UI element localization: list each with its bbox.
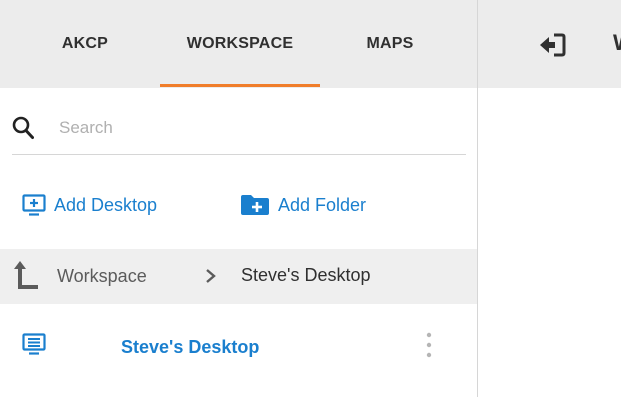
tab-bar: AKCP WORKSPACE MAPS	[0, 0, 477, 88]
breadcrumb: Workspace Steve's Desktop	[0, 249, 477, 304]
chevron-right-icon	[206, 269, 216, 283]
search-input[interactable]	[59, 113, 459, 143]
desktop-title: W	[613, 30, 621, 56]
right-header: W	[478, 0, 621, 88]
tab-akcp[interactable]: AKCP	[40, 0, 130, 88]
more-options-icon[interactable]	[422, 330, 436, 360]
list-item-label: Steve's Desktop	[121, 337, 260, 357]
breadcrumb-current: Steve's Desktop	[241, 265, 371, 285]
tab-workspace[interactable]: WORKSPACE	[160, 0, 320, 88]
search-bar	[12, 103, 466, 155]
add-folder-icon	[241, 195, 269, 215]
add-folder-label: Add Folder	[278, 194, 367, 215]
active-tab-indicator	[160, 84, 320, 87]
level-up-icon[interactable]	[14, 260, 40, 290]
add-folder-button[interactable]: Add Folder	[240, 188, 366, 222]
search-icon	[12, 116, 34, 139]
add-desktop-label: Add Desktop	[54, 194, 158, 215]
left-panel: AKCP WORKSPACE MAPS Add Desktop	[0, 0, 477, 397]
exit-icon[interactable]	[540, 33, 566, 57]
tab-maps[interactable]: MAPS	[350, 0, 430, 88]
add-desktop-icon	[22, 194, 46, 216]
workspace-app: AKCP WORKSPACE MAPS Add Desktop	[0, 0, 621, 397]
list-item[interactable]: Steve's Desktop	[0, 318, 477, 376]
breadcrumb-workspace[interactable]: Workspace	[57, 266, 147, 287]
add-desktop-button[interactable]: Add Desktop	[22, 188, 157, 222]
desktop-icon	[22, 333, 46, 355]
